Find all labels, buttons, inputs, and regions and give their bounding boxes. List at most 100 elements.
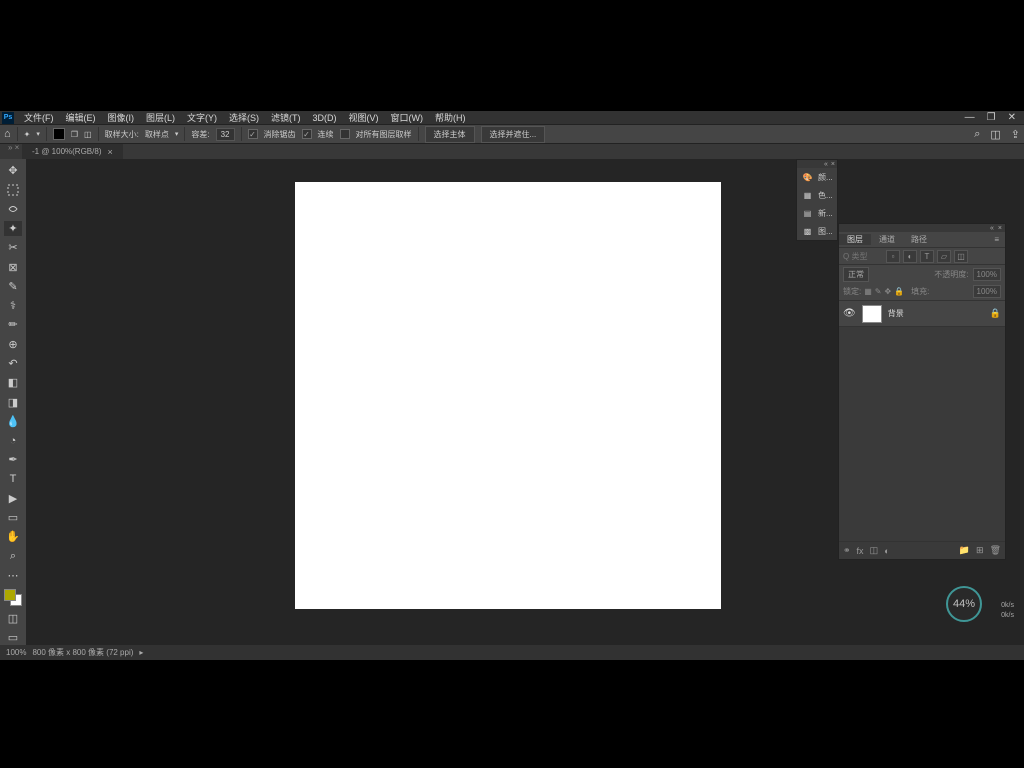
filter-shape-icon[interactable]: ▱ [937,250,951,263]
type-tool[interactable]: T [4,472,22,487]
layer-name[interactable]: 背景 [888,308,904,319]
shape-tool[interactable]: ▭ [4,510,22,525]
gradient-tool[interactable]: ◨ [4,394,22,409]
layer-fx-icon[interactable]: fx [857,546,864,556]
layers-icon[interactable]: ❐ [71,130,78,139]
eyedropper-tool[interactable]: ✎ [4,279,22,294]
panel-collapse-icon[interactable]: « [990,225,994,232]
window-maximize-icon[interactable]: ❐ [987,112,996,123]
screen-mode-icon[interactable]: ◫ [990,128,1000,141]
sample-size-combo[interactable]: 取样点 [145,129,169,140]
menu-filter[interactable]: 滤镜(T) [265,111,307,124]
menu-help[interactable]: 帮助(H) [429,111,472,124]
hand-tool[interactable]: ✋ [4,529,22,544]
menu-window[interactable]: 窗口(W) [385,111,430,124]
menu-view[interactable]: 视图(V) [343,111,385,124]
filter-adjust-icon[interactable]: ◐ [903,250,917,263]
menu-type[interactable]: 文字(Y) [181,111,223,124]
crop-tool[interactable]: ✂ [4,240,22,255]
menu-3d[interactable]: 3D(D) [307,113,343,123]
opacity-input[interactable]: 100% [973,268,1001,281]
layers-panel: «× 图层 通道 路径 ≡ ▫ ◐ T ▱ ◫ 正常 不透明度: [838,223,1006,560]
lock-position-icon[interactable]: ✎ [875,287,882,296]
all-layers-label: 对所有图层取样 [356,129,412,140]
select-subject-button[interactable]: 选择主体 [425,126,475,143]
antialias-checkbox[interactable]: ✓ [248,129,258,139]
dock-close-icon[interactable]: × [831,161,835,168]
delete-layer-icon[interactable]: 🗑 [990,545,1001,556]
wand-tool-icon[interactable]: ✦ [24,130,31,139]
tab-handle-icon[interactable]: » × [8,143,19,152]
eraser-tool[interactable]: ◧ [4,375,22,390]
brush-tool[interactable]: ✏ [4,317,22,332]
home-icon[interactable]: ⌂ [4,128,11,140]
mask-icon[interactable]: ◫ [84,130,92,139]
blur-tool[interactable]: 💧 [4,414,22,429]
lock-all-icon[interactable]: 🔒 [894,287,904,296]
menu-file[interactable]: 文件(F) [18,111,60,124]
layer-visibility-icon[interactable]: 👁 [843,308,856,319]
status-chevron-icon[interactable]: ▸ [139,648,143,657]
zoom-level[interactable]: 100% [6,648,26,657]
edit-toolbar[interactable]: ⋯ [4,568,22,583]
screen-mode-tool[interactable]: ▭ [4,630,22,645]
share-icon[interactable]: ⇪ [1011,128,1020,141]
search-icon[interactable]: ⌕ [974,128,980,141]
link-layers-icon[interactable]: ⚭ [843,545,851,556]
tab-paths[interactable]: 路径 [903,234,935,245]
canvas[interactable] [295,182,721,609]
tab-channels[interactable]: 通道 [871,234,903,245]
tab-close-icon[interactable]: × [107,147,112,157]
path-select-tool[interactable]: ▶ [4,491,22,506]
lock-nested-icon[interactable]: ✥ [885,287,892,296]
foreground-swatch[interactable] [53,128,65,140]
all-layers-checkbox[interactable] [340,129,350,139]
layer-search-input[interactable] [843,252,883,261]
filter-pixel-icon[interactable]: ▫ [886,250,900,263]
filter-type-icon[interactable]: T [920,250,934,263]
new-layer-icon[interactable]: ⊞ [976,545,984,556]
layer-lock-icon[interactable]: 🔒 [990,308,1001,319]
gradients-panel-button[interactable]: ▤新... [797,204,837,222]
dodge-tool[interactable]: ◔ [4,433,22,448]
panel-menu-icon[interactable]: ≡ [994,235,1005,244]
layer-thumbnail[interactable] [862,305,882,323]
layer-row[interactable]: 👁 背景 🔒 [839,301,1005,327]
group-layers-icon[interactable]: 📁 [959,545,970,556]
blend-mode-combo[interactable]: 正常 [843,267,869,282]
menu-select[interactable]: 选择(S) [223,111,265,124]
swatches-panel-button[interactable]: ▦色... [797,186,837,204]
dock-collapse-icon[interactable]: « [824,161,828,168]
frame-tool[interactable]: ⊠ [4,259,22,274]
history-brush-tool[interactable]: ↶ [4,356,22,371]
healing-tool[interactable]: ⚕ [4,298,22,313]
adjustment-layer-icon[interactable]: ◐ [884,546,889,556]
zoom-tool[interactable]: ⌕ [4,549,22,564]
document-tab[interactable]: -1 @ 100%(RGB/8) × [22,144,123,159]
filter-smart-icon[interactable]: ◫ [954,250,968,263]
stamp-tool[interactable]: ⊕ [4,337,22,352]
color-panel-button[interactable]: 🎨颜... [797,168,837,186]
lock-pixels-icon[interactable]: ▦ [864,287,872,296]
select-and-mask-button[interactable]: 选择并遮住... [481,126,546,143]
pen-tool[interactable]: ✒ [4,452,22,467]
tab-layers[interactable]: 图层 [839,234,871,245]
menu-edit[interactable]: 编辑(E) [60,111,102,124]
fill-label: 填充: [911,286,929,297]
contiguous-checkbox[interactable]: ✓ [302,129,312,139]
patterns-panel-button[interactable]: ▩图... [797,222,837,240]
fill-input[interactable]: 100% [973,285,1001,298]
panel-close-icon[interactable]: × [998,225,1002,232]
magic-wand-tool[interactable]: ✦ [4,221,22,236]
marquee-tool[interactable] [4,182,22,197]
layer-mask-icon[interactable]: ◫ [870,545,879,556]
menu-layer[interactable]: 图层(L) [140,111,181,124]
menu-image[interactable]: 图像(I) [102,111,141,124]
color-swatches[interactable] [4,589,22,606]
window-minimize-icon[interactable]: — [965,112,975,123]
lasso-tool[interactable] [4,202,22,217]
move-tool[interactable]: ✥ [4,163,22,178]
tolerance-input[interactable]: 32 [216,128,235,141]
quick-mask-tool[interactable]: ◫ [4,610,22,625]
window-close-icon[interactable]: ✕ [1008,112,1016,123]
